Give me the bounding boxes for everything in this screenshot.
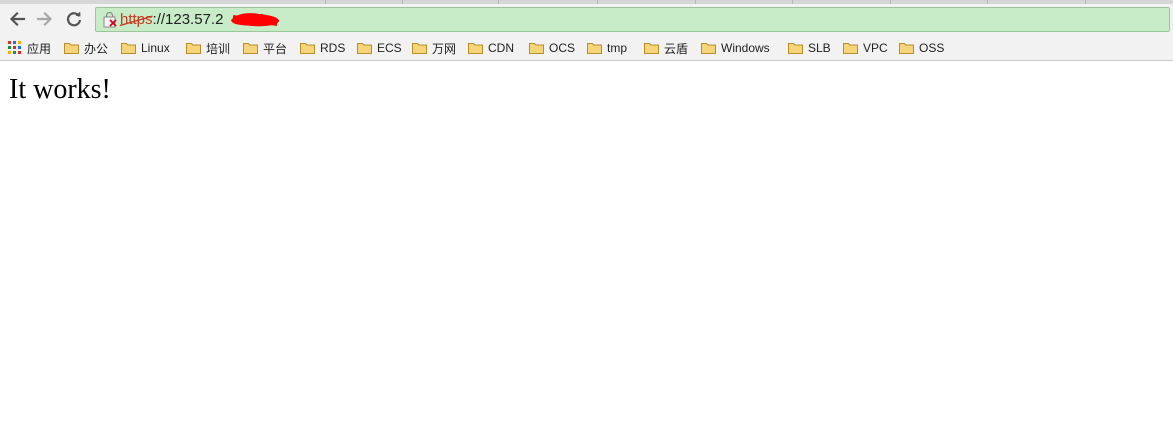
url-text[interactable]: https://123.57.2 0	[120, 10, 266, 30]
folder-icon	[243, 43, 258, 54]
bookmark-folder[interactable]: tmp	[587, 39, 627, 57]
bookmark-folder[interactable]: 万网	[412, 39, 456, 57]
bookmark-folder[interactable]: 办公	[64, 39, 108, 57]
url-tail: 0	[257, 11, 266, 28]
folder-icon	[644, 43, 659, 54]
bookmark-folder[interactable]: 云盾	[644, 39, 688, 57]
folder-icon	[412, 43, 427, 54]
back-button[interactable]	[5, 7, 29, 31]
bookmark-folder[interactable]: RDS	[300, 39, 345, 57]
folder-icon	[121, 43, 136, 54]
bookmark-label: OCS	[549, 41, 576, 55]
bookmark-label: VPC	[863, 41, 888, 55]
page-body-text: It works!	[9, 74, 111, 105]
bookmark-label: CDN	[488, 41, 514, 55]
back-arrow-icon	[9, 11, 26, 27]
folder-icon	[899, 43, 914, 54]
bookmarks-bar: 应用 办公 Linux 培训 平台 RDS ECS 万网 CDN OCS tmp	[0, 35, 1173, 61]
bookmark-label: 培训	[206, 41, 231, 56]
folder-icon	[64, 43, 79, 54]
bookmark-folder[interactable]: 平台	[243, 39, 287, 57]
bookmark-folder[interactable]: ECS	[357, 39, 402, 57]
apps-grid-icon	[8, 41, 21, 54]
broken-lock-icon[interactable]	[102, 12, 118, 28]
folder-icon	[300, 43, 315, 54]
url-scheme: https	[120, 11, 153, 28]
bookmark-label: 云盾	[664, 41, 689, 56]
bookmark-label: ECS	[377, 41, 402, 55]
address-bar[interactable]: https://123.57.2 0	[95, 7, 1170, 32]
folder-icon	[357, 43, 372, 54]
bookmark-folder[interactable]: 培训	[186, 39, 230, 57]
bookmark-label: Linux	[141, 41, 170, 55]
reload-icon	[66, 11, 82, 27]
folder-icon	[701, 43, 716, 54]
bookmark-folder[interactable]: Windows	[701, 39, 770, 57]
bookmark-label: SLB	[808, 41, 831, 55]
bookmark-label: tmp	[607, 41, 628, 55]
apps-shortcut[interactable]: 应用	[8, 39, 51, 57]
bookmark-folder[interactable]: VPC	[843, 39, 888, 57]
folder-icon	[843, 43, 858, 54]
bookmark-label: OSS	[919, 41, 945, 55]
bookmark-label: 万网	[432, 41, 457, 56]
bookmark-label: 办公	[84, 41, 109, 56]
reload-button[interactable]	[62, 7, 86, 31]
folder-icon	[529, 43, 544, 54]
folder-icon	[186, 43, 201, 54]
bookmark-label: Windows	[721, 41, 770, 55]
bookmark-label: 平台	[263, 41, 288, 56]
forward-arrow-icon	[36, 11, 53, 27]
bookmark-folder[interactable]: OCS	[529, 39, 575, 57]
folder-icon	[788, 43, 803, 54]
browser-toolbar: https://123.57.2 0	[0, 4, 1173, 35]
url-host: ://123.57.2	[152, 11, 224, 28]
forward-button[interactable]	[33, 7, 57, 31]
bookmark-label: RDS	[320, 41, 346, 55]
bookmark-folder[interactable]: CDN	[468, 39, 514, 57]
bookmark-folder[interactable]: OSS	[899, 39, 944, 57]
bookmark-folder[interactable]: Linux	[121, 39, 170, 57]
bookmark-folder[interactable]: SLB	[788, 39, 831, 57]
folder-icon	[468, 43, 483, 54]
folder-icon	[587, 43, 602, 54]
apps-label: 应用	[27, 41, 52, 56]
